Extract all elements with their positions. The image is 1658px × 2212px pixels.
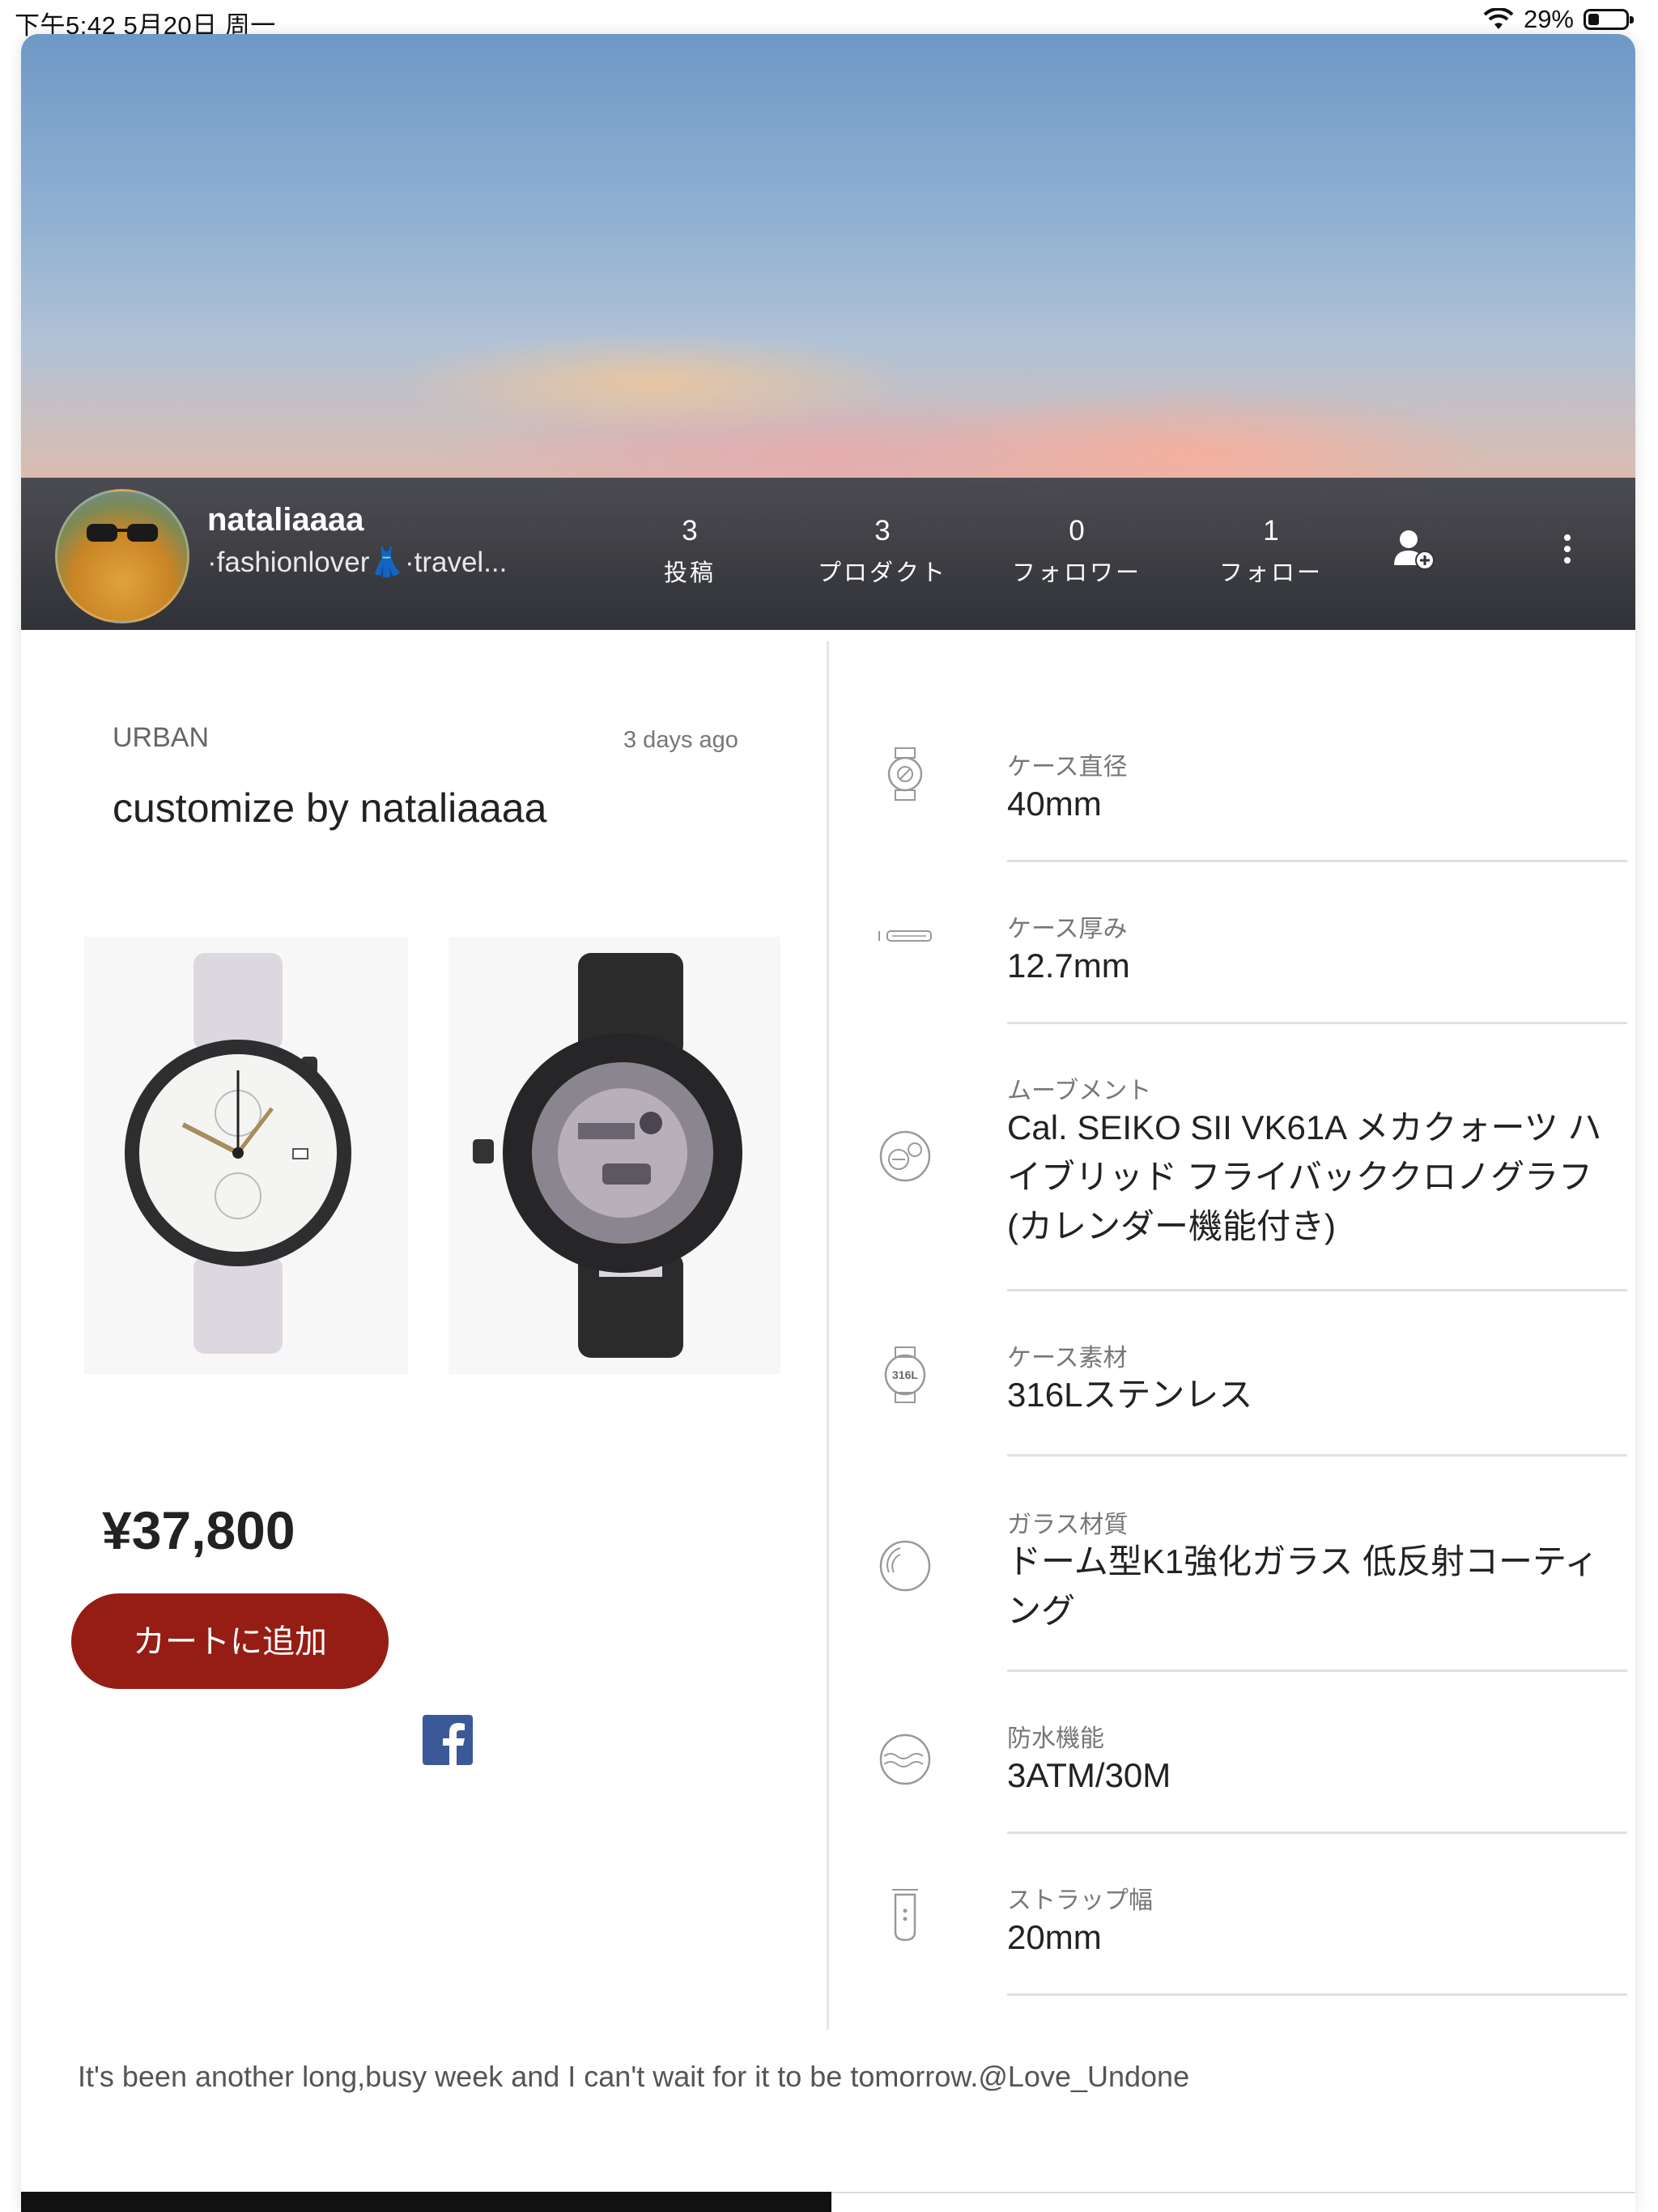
stat-following[interactable]: 1 フォロー (1190, 515, 1352, 588)
follow-user-icon[interactable] (1391, 526, 1436, 572)
post-date: 3 days ago (623, 727, 738, 753)
stat-products-label: プロダクト (817, 560, 947, 586)
profile-card: nataliaaaa ·fashionlover👗·travel... 3 投稿… (21, 34, 1635, 2212)
svg-text:316L: 316L (892, 1368, 918, 1381)
status-indicators: 29% (1483, 5, 1634, 34)
product-title: customize by nataliaaaa (113, 785, 547, 831)
strap-width-icon (892, 1889, 918, 1942)
battery-icon (1584, 9, 1634, 30)
spec-label: ケース直径 (1007, 754, 1128, 781)
spec-separator (1007, 1993, 1627, 1996)
spec-value: ドーム型K1強化ガラス 低反射コーティング (1007, 1542, 1599, 1630)
tab-indicator-active[interactable] (21, 2192, 831, 2212)
spec-label: ストラップ幅 (1007, 1887, 1153, 1914)
spec-case-diameter: ケース直径 40mm (844, 714, 1627, 864)
movement-icon (879, 1130, 931, 1182)
battery-percent: 29% (1523, 5, 1574, 33)
spec-separator (1007, 1022, 1627, 1024)
spec-case-thickness: ケース厚み 12.7mm (844, 876, 1627, 1026)
stat-posts-label: 投稿 (663, 560, 716, 586)
watch-front-image (84, 937, 408, 1374)
wifi-icon (1483, 8, 1514, 29)
water-resistance-icon (879, 1733, 931, 1785)
profile-header: nataliaaaa ·fashionlover👗·travel... 3 投稿… (21, 478, 1635, 630)
spec-movement: ムーブメント Cal. SEIKO SII VK61A メカクォーツ ハイブリッ… (844, 1038, 1627, 1293)
stat-posts-count: 3 (682, 515, 698, 547)
spec-label: ケース厚み (1007, 916, 1128, 942)
spec-separator (1007, 1454, 1627, 1457)
panel-divider (827, 641, 829, 2030)
avatar[interactable] (55, 489, 189, 623)
sunglasses-graphic (87, 524, 158, 542)
case-diameter-icon (887, 747, 923, 801)
spec-label: ガラス材質 (1007, 1512, 1129, 1538)
spec-label: ムーブメント (1007, 1078, 1152, 1104)
spec-value: 20mm (1007, 1918, 1102, 1956)
spec-separator (1007, 860, 1627, 862)
more-options-icon[interactable] (1559, 533, 1575, 565)
add-to-cart-button[interactable]: カートに追加 (71, 1593, 389, 1689)
spec-label: 防水機能 (1007, 1725, 1104, 1752)
case-material-icon: 316L (884, 1346, 926, 1403)
spec-strap-width: ストラップ幅 20mm (844, 1848, 1627, 2001)
stat-products[interactable]: 3 プロダクト (801, 515, 963, 588)
spec-separator (1007, 1289, 1627, 1291)
spec-value: 3ATM/30M (1007, 1756, 1171, 1794)
stat-posts[interactable]: 3 投稿 (609, 515, 771, 588)
product-brand: URBAN (113, 722, 210, 753)
stat-following-label: フォロー (1218, 560, 1323, 586)
spec-value: 12.7mm (1007, 946, 1130, 985)
spec-glass: ガラス材質 ドーム型K1強化ガラス 低反射コーティング (844, 1472, 1627, 1674)
spec-value: 316Lステンレス (1007, 1376, 1253, 1414)
spec-value: 40mm (1007, 785, 1102, 823)
stat-following-count: 1 (1263, 515, 1279, 547)
spec-separator (1007, 1670, 1627, 1672)
watch-back-image (449, 937, 780, 1374)
product-images[interactable] (84, 937, 780, 1374)
stat-products-count: 3 (874, 515, 891, 547)
spec-value: Cal. SEIKO SII VK61A メカクォーツ ハイブリッド フライバッ… (1007, 1108, 1602, 1245)
stat-followers[interactable]: 0 フォロワー (996, 515, 1158, 588)
stat-followers-label: フォロワー (1011, 560, 1141, 586)
product-price: ¥37,800 (102, 1500, 295, 1560)
profile-bio: ·fashionlover👗·travel... (207, 547, 508, 578)
facebook-share-icon[interactable] (423, 1715, 473, 1765)
case-thickness-icon (878, 930, 932, 942)
cover-image: nataliaaaa ·fashionlover👗·travel... 3 投稿… (21, 34, 1635, 630)
profile-username[interactable]: nataliaaaa (207, 502, 363, 538)
spec-water-resistance: 防水機能 3ATM/30M (844, 1686, 1627, 1840)
stat-followers-count: 0 (1069, 515, 1085, 547)
spec-case-material: 316L ケース素材 316Lステンレス (844, 1305, 1627, 1459)
glass-icon (879, 1540, 931, 1592)
tab-indicator-inactive[interactable] (831, 2192, 1635, 2212)
spec-label: ケース素材 (1007, 1345, 1128, 1372)
spec-separator (1007, 1831, 1627, 1834)
post-description: It's been another long,busy week and I c… (78, 2060, 1190, 2093)
status-bar: 下午5:42 5月20日 周一 29% (0, 0, 1658, 40)
